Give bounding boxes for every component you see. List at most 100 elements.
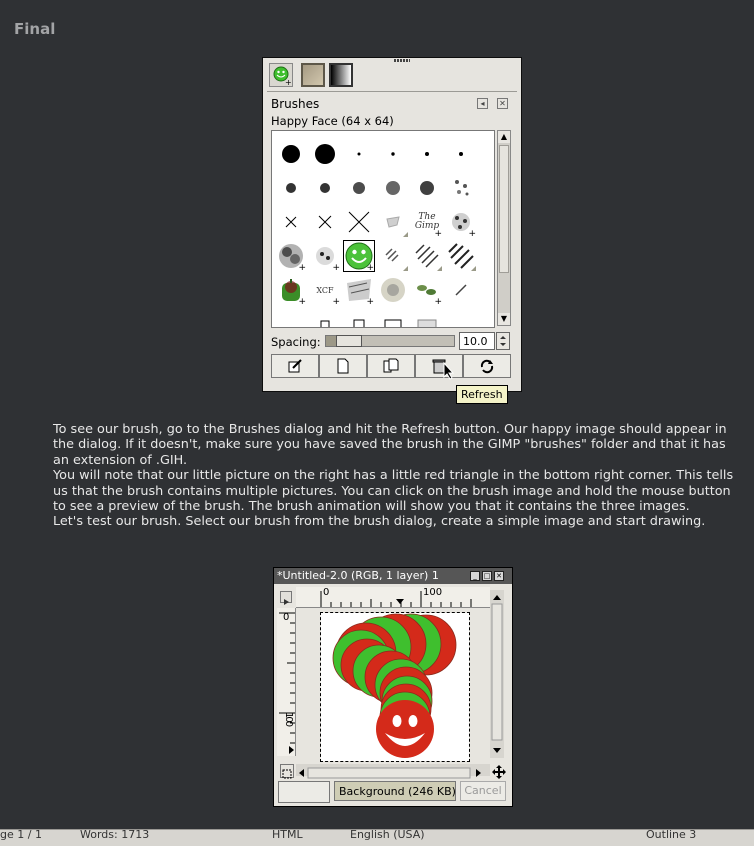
image-horizontal-scrollbar[interactable] (296, 764, 490, 779)
move-arrows-icon (492, 765, 506, 779)
brush-partial[interactable] (444, 307, 478, 327)
status-format: HTML (272, 828, 303, 841)
layer-info: Background (246 KB) (334, 781, 456, 801)
vertical-ruler: 0 100 (277, 608, 296, 756)
brush-circle-large[interactable] (308, 137, 342, 171)
brush-name: Happy Face (64 x 64) (271, 114, 394, 128)
brushes-dialog: + Brushes ◂ ✕ Happy Face (64 x 64) The G… (262, 57, 522, 392)
brush-strokes-drawing (332, 613, 457, 758)
refresh-brushes-button[interactable] (463, 354, 511, 378)
scroll-up-icon[interactable]: ▲ (498, 131, 510, 143)
brush-splatter[interactable]: + (274, 239, 308, 273)
brush-circle-small[interactable] (376, 137, 410, 171)
brush-sponge[interactable] (376, 205, 410, 239)
brush-partial[interactable] (410, 307, 444, 327)
image-window: *Untitled-2.0 (RGB, 1 layer) 1 _ □ ✕ 0 1… (273, 567, 513, 807)
brush-partial[interactable] (342, 307, 376, 327)
refresh-icon (480, 359, 494, 374)
menu-arrow-icon (284, 599, 289, 605)
horizontal-ruler: 0 100 (296, 587, 490, 608)
brush-circle-small[interactable] (444, 137, 478, 171)
scroll-down-icon[interactable]: ▼ (498, 313, 510, 325)
new-document-icon (337, 358, 349, 374)
brush-hatch[interactable] (376, 239, 410, 273)
brush-partial[interactable] (376, 307, 410, 327)
brush-pepper-dots[interactable]: + (444, 205, 478, 239)
brush-galaxy[interactable] (376, 273, 410, 307)
brush-xcf[interactable]: XCF + (308, 273, 342, 307)
new-brush-button[interactable] (319, 354, 367, 378)
brush-fuzzy[interactable] (410, 171, 444, 205)
brush-circle-large[interactable] (274, 137, 308, 171)
brush-cross[interactable] (274, 205, 308, 239)
duplicate-brush-button[interactable] (367, 354, 415, 378)
minimize-button[interactable]: _ (470, 571, 480, 581)
tab-brushes[interactable]: + (269, 63, 293, 87)
image-status-row: Background (246 KB) Cancel (278, 781, 508, 803)
paragraph-triangle: You will note that our little picture on… (53, 468, 734, 515)
pointer-coordinates (278, 781, 330, 803)
brush-pencil[interactable] (444, 273, 478, 307)
dock-grip[interactable] (394, 59, 410, 62)
dialog-title: Brushes (271, 97, 320, 111)
status-language: English (USA) (350, 828, 425, 841)
brush-cross[interactable] (342, 205, 376, 239)
brush-fuzzy[interactable] (376, 171, 410, 205)
brush-circle-small[interactable] (410, 137, 444, 171)
brush-fuzzy[interactable] (274, 171, 308, 205)
brush-list-scrollbar[interactable]: ▲ ▼ (497, 130, 511, 326)
editor-statusbar: ge 1 / 1 Words: 1713 HTML English (USA) … (0, 828, 754, 846)
article-text: To see our brush, go to the Brushes dial… (53, 422, 743, 530)
brush-pepper-plant[interactable]: + (274, 273, 308, 307)
svg-text:+: + (285, 78, 292, 86)
cancel-button[interactable]: Cancel (460, 781, 506, 801)
edit-icon (288, 359, 302, 373)
maximize-button[interactable]: □ (482, 571, 492, 581)
image-vertical-scrollbar[interactable] (490, 590, 504, 758)
brush-confetti[interactable]: + (308, 239, 342, 273)
paragraph-test: Let's test our brush. Select our brush f… (53, 514, 706, 530)
close-tab-button[interactable]: ✕ (497, 98, 508, 109)
brush-the-gimp[interactable]: The Gimp + (410, 205, 444, 239)
close-window-button[interactable]: ✕ (494, 571, 504, 581)
spacing-label: Spacing: (271, 335, 321, 349)
section-title: Final (14, 20, 56, 38)
brush-fuzzy[interactable] (342, 171, 376, 205)
status-page: ge 1 / 1 (0, 828, 42, 841)
scroll-thumb[interactable] (499, 145, 509, 273)
brush-happy-face[interactable]: + (342, 239, 376, 273)
spacing-slider-handle[interactable] (336, 335, 362, 347)
quick-mask-toggle[interactable] (280, 764, 294, 779)
tab-gradients[interactable] (329, 63, 353, 87)
tab-divider (267, 91, 517, 92)
happy-face-brush-icon: + (273, 66, 292, 87)
brush-fuzzy[interactable] (308, 171, 342, 205)
brush-actions (271, 354, 513, 378)
brush-pepper[interactable] (444, 171, 478, 205)
brush-partial[interactable] (274, 307, 308, 327)
duplicate-icon (383, 358, 399, 373)
image-menu-button[interactable] (280, 591, 292, 605)
brush-circle-small[interactable] (342, 137, 376, 171)
spacing-slider[interactable] (325, 335, 455, 347)
refresh-tooltip: Refresh (456, 385, 508, 404)
delete-brush-button[interactable] (415, 354, 463, 378)
brush-partial[interactable] (308, 307, 342, 327)
spacing-value-input[interactable] (459, 332, 495, 350)
brush-hatch-large[interactable] (444, 239, 478, 273)
brush-hatch-large[interactable] (410, 239, 444, 273)
tab-patterns[interactable] (301, 63, 325, 87)
brush-texture[interactable]: + (342, 273, 376, 307)
brush-leaves[interactable]: + (410, 273, 444, 307)
status-words: Words: 1713 (80, 828, 150, 841)
edit-brush-button[interactable] (271, 354, 319, 378)
status-outline: Outline 3 (646, 828, 697, 841)
image-window-title: *Untitled-2.0 (RGB, 1 layer) 1 (277, 569, 439, 582)
selection-icon (282, 769, 292, 779)
tab-menu-button[interactable]: ◂ (477, 98, 488, 109)
paragraph-refresh: To see our brush, go to the Brushes dial… (53, 422, 727, 468)
image-canvas[interactable] (320, 612, 470, 762)
brush-cross[interactable] (308, 205, 342, 239)
navigate-button[interactable] (492, 764, 506, 779)
spacing-spinner[interactable] (496, 332, 510, 350)
